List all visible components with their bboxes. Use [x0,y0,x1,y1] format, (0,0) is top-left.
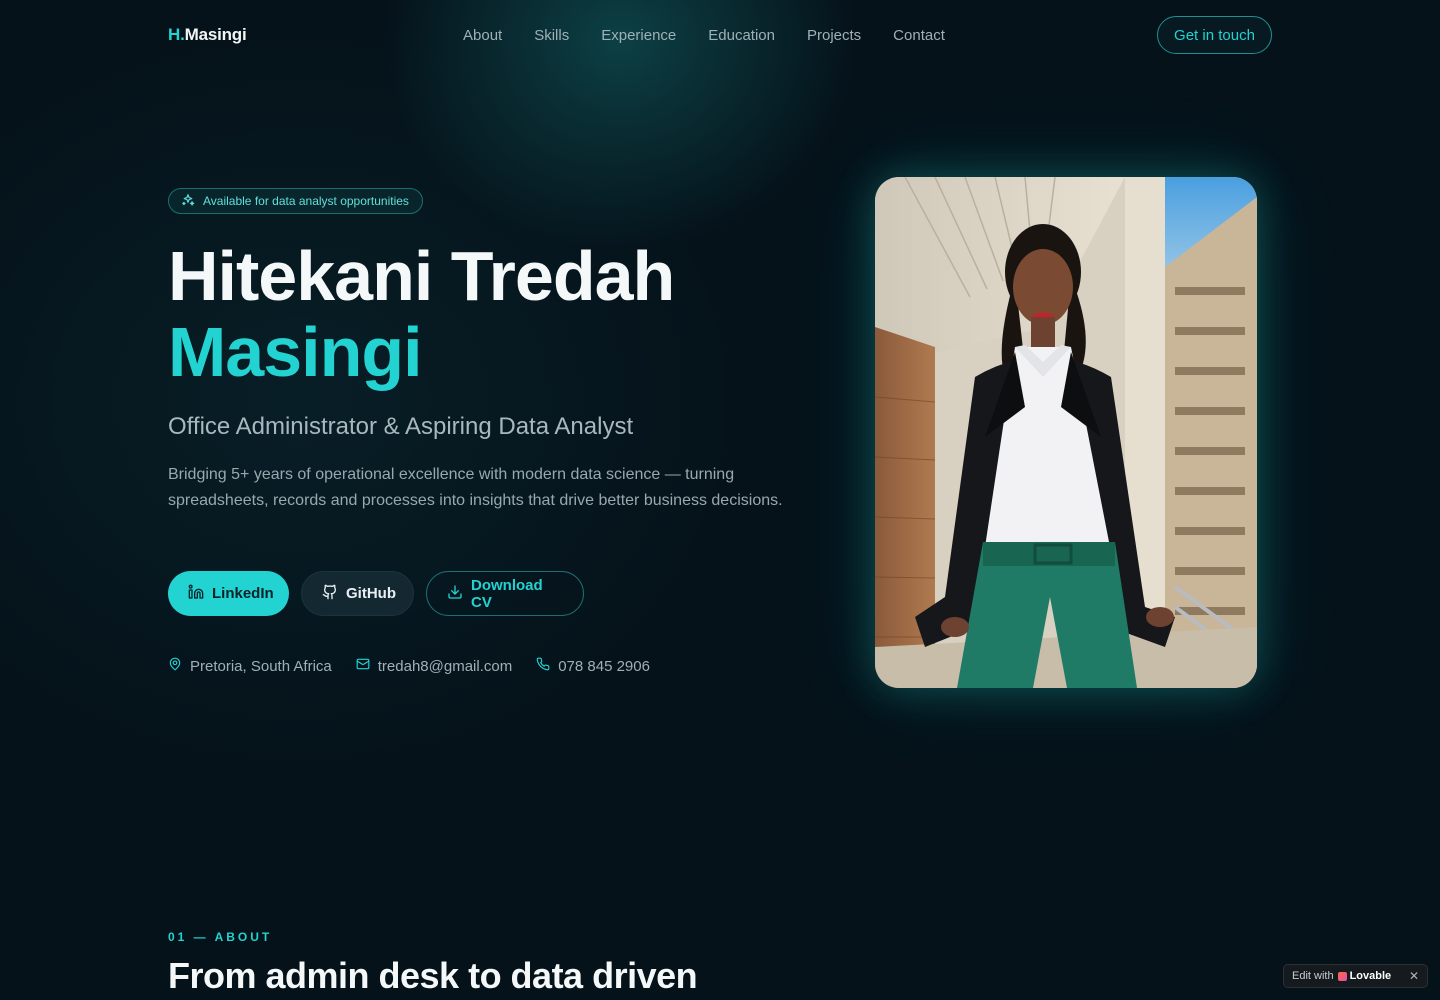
hero-name-line1: Hitekani Tredah [168,237,675,315]
email-text: tredah8@gmail.com [377,657,513,675]
availability-badge: Available for data analyst opportunities [168,188,423,214]
hero-subtitle: Office Administrator & Aspiring Data Ana… [168,413,634,440]
download-cv-button[interactable]: Download CV [426,571,584,616]
availability-text: Available for data analyst opportunities [203,194,409,208]
contact-info: Pretoria, South Africa tredah8@gmail.com… [168,657,650,675]
logo-prefix: H. [168,25,185,44]
about-kicker: 01 — ABOUT [168,930,273,944]
about-title: From admin desk to data driven [168,955,698,996]
nav-link-about[interactable]: About [463,27,502,44]
download-icon [447,584,463,604]
hero-name: Hitekani Tredah Masingi [168,237,675,391]
site-logo[interactable]: H.Masingi [168,25,247,45]
nav-link-contact[interactable]: Contact [893,27,945,44]
lovable-brand-text: Lovable [1349,970,1392,982]
sparkles-icon [181,193,195,210]
contact-phone[interactable]: 078 845 2906 [536,657,650,675]
phone-icon [536,657,550,675]
get-in-touch-button[interactable]: Get in touch [1157,16,1272,54]
phone-text: 078 845 2906 [558,657,650,675]
github-icon [322,584,338,604]
mail-icon [356,657,370,675]
nav-link-experience[interactable]: Experience [601,27,676,44]
close-icon[interactable]: ✕ [1409,969,1419,983]
nav-links: About Skills Experience Education Projec… [463,27,945,44]
profile-photo [875,177,1257,688]
hero-buttons: LinkedIn GitHub Download CV [168,571,584,616]
lovable-brand: Lovable [1337,970,1392,982]
nav-link-projects[interactable]: Projects [807,27,861,44]
hero-description: Bridging 5+ years of operational excelle… [168,466,783,509]
github-button[interactable]: GitHub [301,571,414,616]
linkedin-button[interactable]: LinkedIn [168,571,289,616]
contact-location: Pretoria, South Africa [168,657,332,675]
github-label: GitHub [346,585,396,602]
map-pin-icon [168,657,182,675]
top-nav: H.Masingi About Skills Experience Educat… [0,0,1440,70]
contact-email[interactable]: tredah8@gmail.com [356,657,512,675]
lovable-prefix: Edit with [1292,970,1334,982]
linkedin-icon [188,584,204,604]
lovable-heart-icon [1337,971,1347,981]
nav-link-skills[interactable]: Skills [534,27,569,44]
edit-with-lovable-badge[interactable]: Edit with Lovable ✕ [1283,964,1428,988]
linkedin-label: LinkedIn [212,585,274,602]
download-cv-label: Download CV [471,576,543,611]
hero-name-line2: Masingi [168,313,423,391]
nav-link-education[interactable]: Education [708,27,775,44]
logo-name: Masingi [184,25,247,44]
location-text: Pretoria, South Africa [190,657,332,675]
